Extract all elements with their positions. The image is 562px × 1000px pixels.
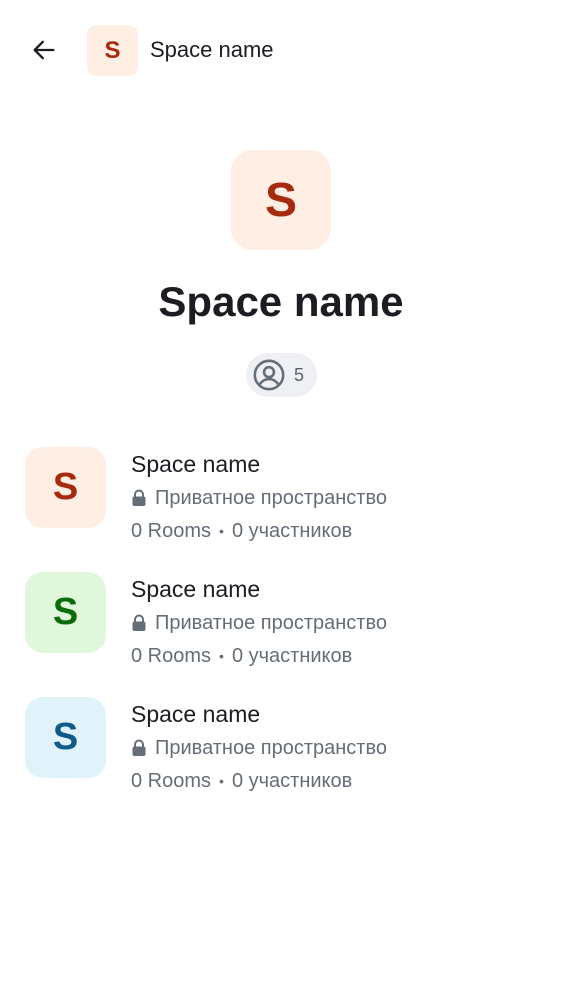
space-meta: 0 Rooms • 0 участников <box>131 768 352 794</box>
meta-separator: • <box>219 648 224 664</box>
meta-separator: • <box>219 773 224 789</box>
top-app-bar: S Space name <box>0 0 562 100</box>
space-members-count: 0 участников <box>231 770 353 792</box>
lock-icon <box>132 739 146 756</box>
back-button[interactable] <box>24 30 64 70</box>
space-members-count: 0 участников <box>231 645 353 667</box>
space-name: Space name <box>131 576 261 602</box>
space-title: Space name <box>158 278 404 325</box>
header-title: Space name <box>150 37 274 62</box>
space-list: S Space name Приватное пространство 0 Ro… <box>0 447 562 822</box>
meta-separator: • <box>219 523 224 539</box>
space-privacy: Приватное пространство <box>131 610 387 636</box>
space-privacy: Приватное пространство <box>131 735 387 761</box>
space-avatar-large: S <box>231 150 331 250</box>
space-avatar: S <box>25 447 106 528</box>
space-avatar: S <box>25 697 106 778</box>
member-count: 5 <box>294 364 305 385</box>
arrow-left-icon <box>33 40 55 60</box>
space-privacy-label: Приватное пространство <box>155 612 387 634</box>
space-rooms-count: 0 Rooms <box>131 645 212 667</box>
space-name: Space name <box>131 451 261 477</box>
space-rooms-count: 0 Rooms <box>131 520 212 542</box>
space-privacy-label: Приватное пространство <box>155 487 387 509</box>
members-button[interactable]: 5 <box>246 353 317 397</box>
user-profile-icon <box>253 359 285 391</box>
space-avatar: S <box>25 572 106 653</box>
space-list-item[interactable]: S Space name Приватное пространство 0 Ro… <box>0 447 562 572</box>
space-privacy-label: Приватное пространство <box>155 737 387 759</box>
space-meta: 0 Rooms • 0 участников <box>131 518 352 544</box>
space-meta: 0 Rooms • 0 участников <box>131 643 352 669</box>
space-avatar-small: S <box>87 25 138 76</box>
space-list-item[interactable]: S Space name Приватное пространство 0 Ro… <box>0 697 562 822</box>
space-members-count: 0 участников <box>231 520 353 542</box>
space-name: Space name <box>131 701 261 727</box>
lock-icon <box>132 489 146 506</box>
space-rooms-count: 0 Rooms <box>131 770 212 792</box>
space-list-item[interactable]: S Space name Приватное пространство 0 Ro… <box>0 572 562 697</box>
space-privacy: Приватное пространство <box>131 485 387 511</box>
lock-icon <box>132 614 146 631</box>
